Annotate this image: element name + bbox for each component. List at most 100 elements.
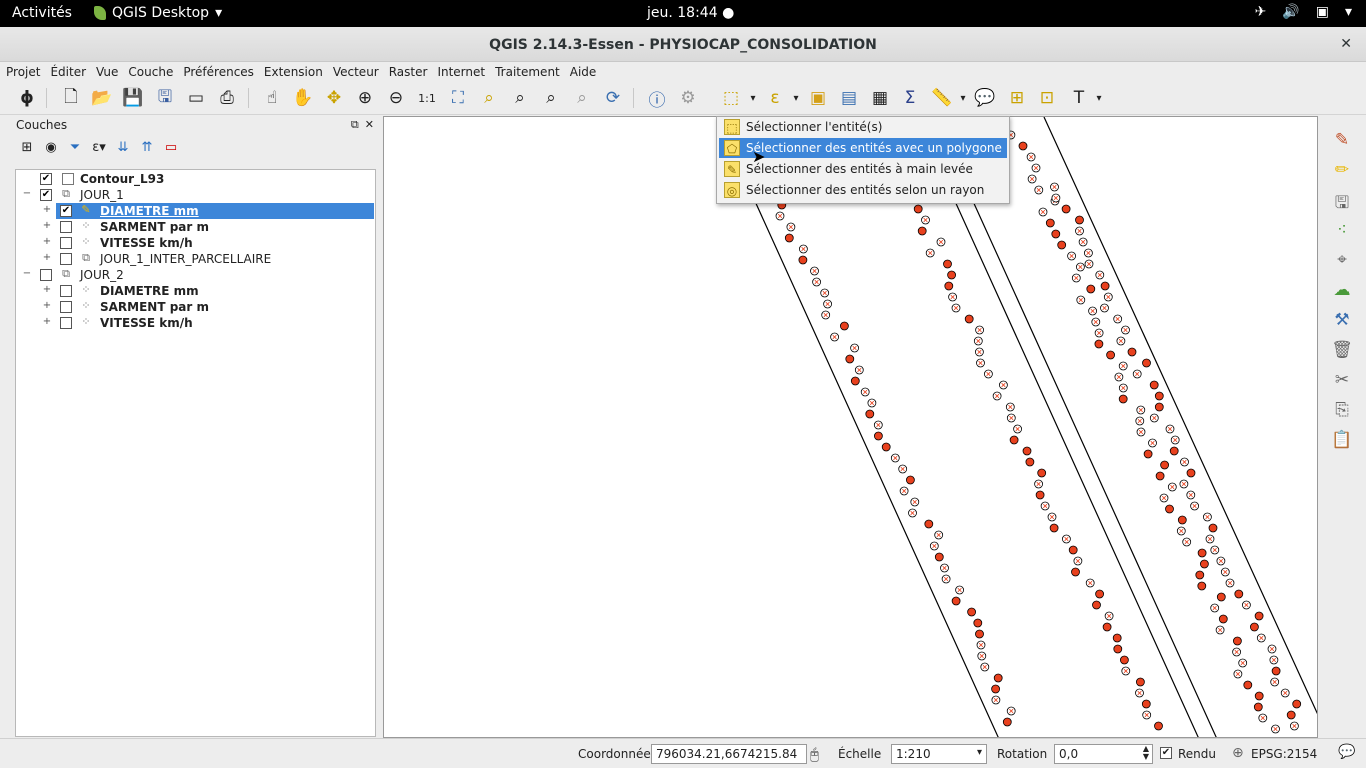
layer-checkbox[interactable] — [60, 285, 72, 297]
expand-all-icon[interactable]: ⇊ — [114, 140, 132, 155]
expand-icon[interactable]: + — [42, 300, 52, 311]
layer-checkbox[interactable] — [60, 221, 72, 233]
layer-checkbox[interactable] — [60, 301, 72, 313]
zoom-last-icon[interactable]: ⌕ — [538, 86, 564, 110]
identify-icon[interactable]: ⓘ — [644, 86, 670, 111]
expand-icon[interactable]: + — [42, 204, 52, 215]
menu-couche[interactable]: Couche — [128, 62, 179, 82]
zoom-to-selection-icon[interactable]: ⌕ — [476, 86, 502, 110]
crs-label[interactable]: EPSG:2154 — [1251, 747, 1317, 761]
clock[interactable]: jeu. 18:44 ● — [647, 5, 734, 21]
save-edits-icon[interactable]: 🖫 — [1330, 190, 1354, 214]
menu-vecteur[interactable]: Vecteur — [333, 62, 385, 82]
show-bookmarks-icon[interactable]: ⊡ — [1034, 86, 1060, 110]
zoom-out-icon[interactable]: ⊖ — [383, 86, 409, 110]
pan-to-selection-icon[interactable]: ✥ — [321, 86, 347, 110]
activities-button[interactable]: Activités — [12, 5, 72, 21]
menu-internet[interactable]: Internet — [437, 62, 491, 82]
layer-checkbox[interactable] — [40, 269, 52, 281]
scale-dropdown-arrow-icon[interactable]: ▾ — [977, 747, 982, 758]
layer-item[interactable]: + ⁘ DIAMETRE mm — [16, 283, 375, 299]
visibility-icon[interactable]: ◉ — [42, 140, 60, 155]
save-as-icon[interactable]: 🖫 — [152, 86, 178, 110]
refresh-icon[interactable]: ⟳ — [600, 86, 626, 110]
rotation-spinbox[interactable]: 0,0 ▲ ▼ — [1054, 744, 1153, 764]
expand-icon[interactable]: + — [42, 220, 52, 231]
menu-extension[interactable]: Extension — [264, 62, 329, 82]
menu-preferences[interactable]: Préférences — [183, 62, 260, 82]
deselect-icon[interactable]: ▣ — [805, 86, 831, 110]
statistics-icon[interactable]: ▦ — [867, 86, 893, 110]
expand-icon[interactable]: + — [42, 236, 52, 247]
close-panel-icon[interactable]: ✕ — [365, 118, 374, 132]
annotation-arrow-icon[interactable]: ▾ — [1094, 86, 1104, 110]
map-tips-icon[interactable]: 💬 — [972, 86, 998, 110]
layer-item[interactable]: ✔ Contour_L93 — [16, 171, 375, 187]
select-expression-icon[interactable]: ε — [762, 86, 788, 110]
collapse-icon[interactable]: − — [22, 268, 32, 279]
select-dropdown-arrow-icon[interactable]: ▾ — [748, 86, 758, 110]
layer-item[interactable]: + ⁘ SARMENT par m — [16, 219, 375, 235]
layer-item[interactable]: + ⁘ SARMENT par m — [16, 299, 375, 315]
menu-traitement[interactable]: Traitement — [495, 62, 566, 82]
window-close-button[interactable]: ✕ — [1340, 36, 1352, 52]
map-canvas[interactable] — [383, 116, 1318, 738]
expand-icon[interactable]: + — [42, 316, 52, 327]
layer-group-item[interactable]: − ✔ ⧉ JOUR_1 — [16, 187, 375, 203]
float-panel-icon[interactable]: ⧉ — [351, 118, 359, 132]
action-icon[interactable]: ⚙ — [675, 86, 701, 110]
node-tool-icon[interactable]: ⚒ — [1330, 310, 1354, 334]
select-icon[interactable]: ⬚ — [718, 86, 744, 110]
current-edits-icon[interactable]: ✎ — [1330, 130, 1354, 154]
pan-icon[interactable]: ✋ — [290, 86, 316, 110]
layer-checkbox[interactable] — [60, 253, 72, 265]
delete-selected-icon[interactable]: 🗑 — [1330, 340, 1354, 364]
save-project-icon[interactable]: 💾 — [120, 86, 146, 110]
remove-layer-icon[interactable]: ▭ — [162, 140, 180, 155]
filter-legend-icon[interactable]: ⏷ — [66, 140, 84, 155]
zoom-in-icon[interactable]: ⊕ — [352, 86, 378, 110]
toggle-editing-icon[interactable]: ✏ — [1330, 160, 1354, 184]
gps-icon[interactable]: ϕ — [14, 86, 40, 110]
cut-features-icon[interactable]: ✂ — [1330, 370, 1354, 394]
expand-icon[interactable]: + — [42, 252, 52, 263]
layer-checkbox[interactable]: ✔ — [60, 205, 72, 217]
new-print-composer-icon[interactable]: ▭ — [183, 86, 209, 110]
new-bookmark-icon[interactable]: ⊞ — [1004, 86, 1030, 110]
layer-checkbox[interactable]: ✔ — [40, 173, 52, 185]
coordinate-field[interactable]: 796034.21,6674215.84 — [651, 744, 807, 764]
composer-manager-icon[interactable]: ⎙ — [214, 86, 240, 110]
select-feature-item[interactable]: ⬚ Sélectionner l'entité(s) — [719, 117, 1007, 137]
spin-arrows-icon[interactable]: ▲ ▼ — [1143, 745, 1149, 761]
messages-icon[interactable]: 💬 — [1338, 744, 1355, 760]
zoom-full-icon[interactable]: ⛶ — [445, 86, 471, 110]
render-checkbox[interactable]: ✔ — [1160, 747, 1172, 759]
extents-toggle-icon[interactable]: 🖰 — [810, 745, 819, 763]
layer-item[interactable]: + ⁘ VITESSE km/h — [16, 235, 375, 251]
menu-vue[interactable]: Vue — [96, 62, 124, 82]
system-tray[interactable]: ✈ 🔊 ▣ ▾ — [1255, 4, 1352, 20]
menu-editer[interactable]: Éditer — [50, 62, 92, 82]
measure-icon[interactable]: 📏 — [929, 86, 955, 110]
copy-features-icon[interactable]: ⎘ — [1330, 400, 1354, 424]
expand-icon[interactable]: + — [42, 284, 52, 295]
add-feature-icon[interactable]: ⁖ — [1330, 220, 1354, 244]
new-project-icon[interactable]: 🗋 — [58, 86, 84, 110]
collapse-icon[interactable]: − — [22, 188, 32, 199]
select-expression-arrow-icon[interactable]: ▾ — [791, 86, 801, 110]
zoom-next-icon[interactable]: ⌕ — [569, 86, 595, 110]
paste-features-icon[interactable]: 📋 — [1330, 430, 1354, 454]
style-manager-icon[interactable]: ⊞ — [18, 140, 36, 155]
attribute-table-icon[interactable]: ▤ — [836, 86, 862, 110]
layer-checkbox[interactable]: ✔ — [40, 189, 52, 201]
touch-icon[interactable]: ☝ — [259, 86, 285, 110]
add-part-icon[interactable]: ☁ — [1330, 280, 1354, 304]
select-radius-item[interactable]: ◎ Sélectionner des entités selon un rayo… — [719, 180, 1007, 200]
collapse-all-icon[interactable]: ⇈ — [138, 140, 156, 155]
filter-expression-icon[interactable]: ε▾ — [90, 140, 108, 155]
layer-item[interactable]: + ⁘ VITESSE km/h — [16, 315, 375, 331]
zoom-native-icon[interactable]: 1:1 — [414, 86, 440, 110]
layer-group-item[interactable]: − ⧉ JOUR_2 — [16, 267, 375, 283]
open-project-icon[interactable]: 📂 — [89, 86, 115, 110]
move-feature-icon[interactable]: ⌖ — [1330, 250, 1354, 274]
